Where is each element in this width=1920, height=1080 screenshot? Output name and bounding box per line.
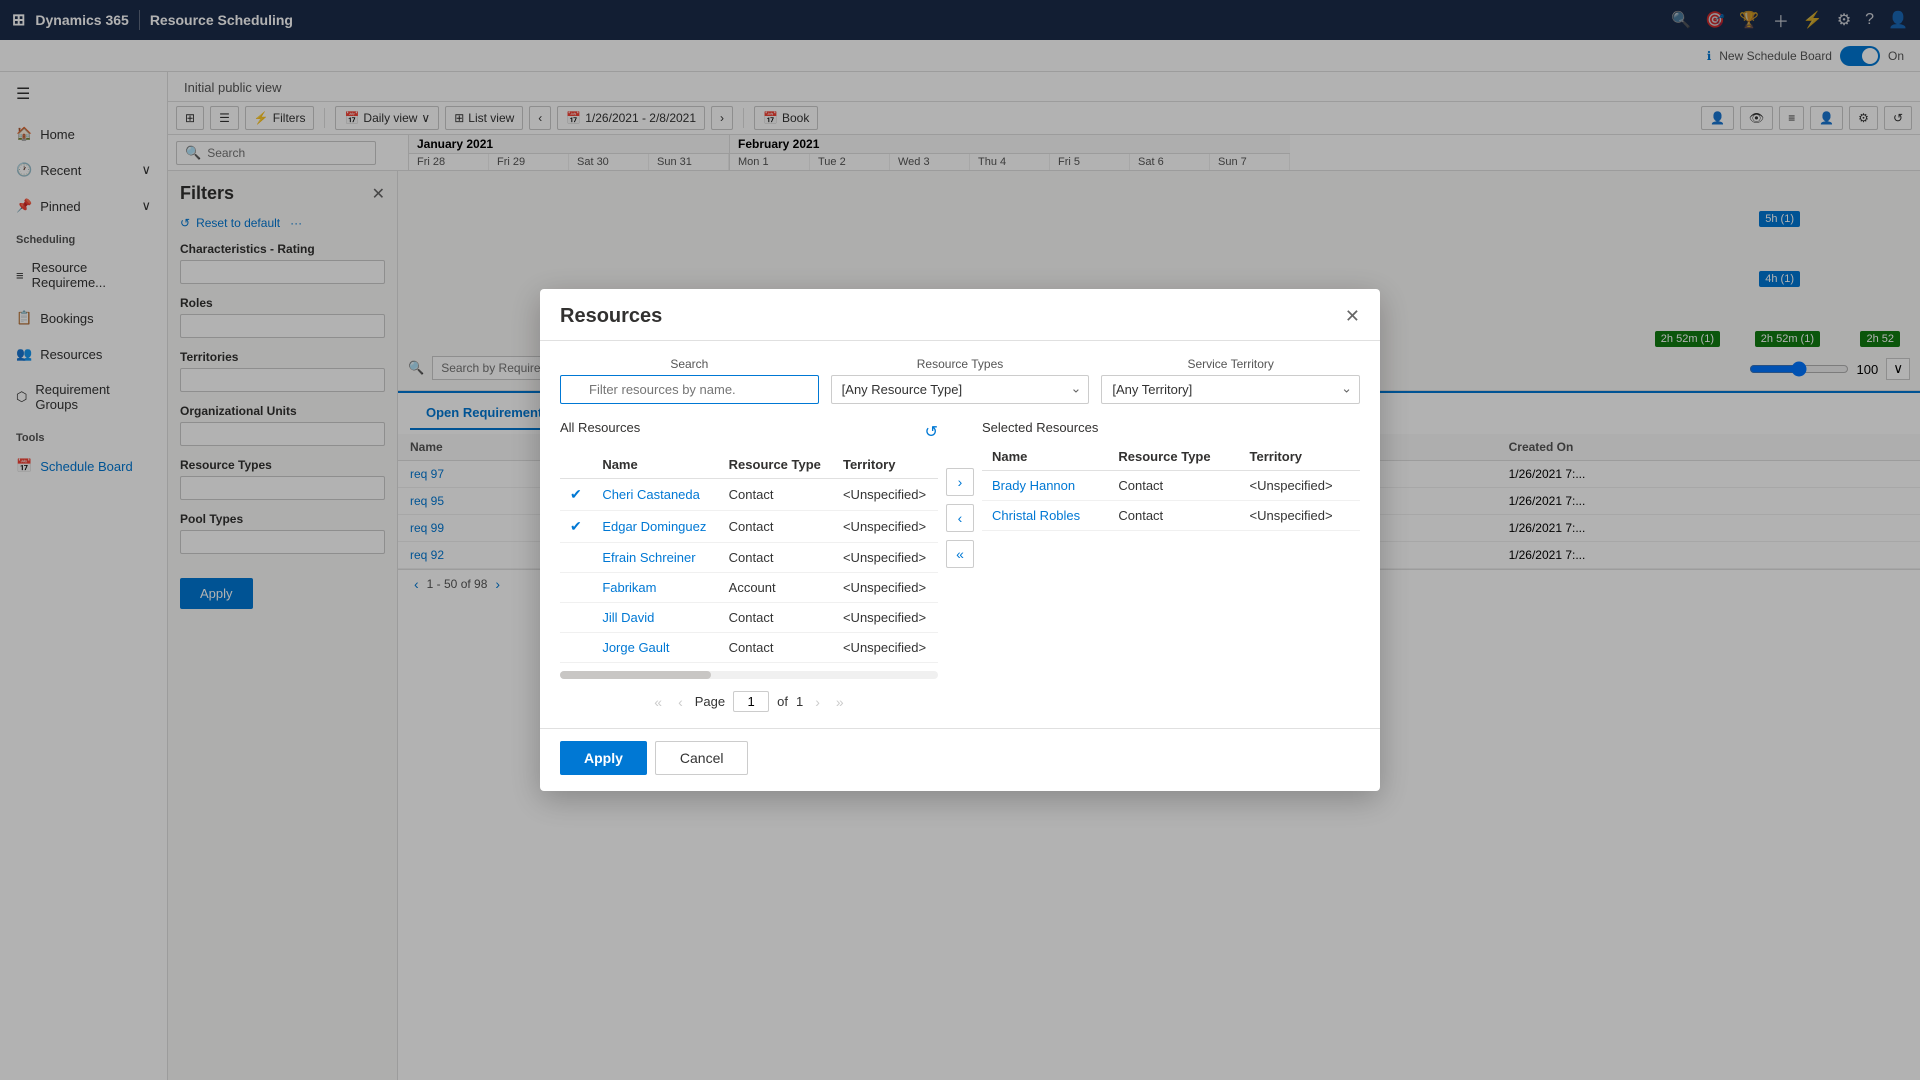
table-pagination: « ‹ Page of 1 › » [560,691,938,712]
resource-territory-jorge: <Unspecified> [833,633,938,663]
resource-name-fabrikam[interactable]: Fabrikam [592,573,718,603]
search-wrapper: 🔍 [560,375,819,404]
selected-type-brady: Contact [1108,471,1239,501]
check-cheri: ✔ [570,486,582,502]
refresh-resources-button[interactable]: ↺ [925,422,938,442]
col-check [560,451,592,479]
resource-name-efrain[interactable]: Efrain Schreiner [592,543,718,573]
modal-close-button[interactable]: ✕ [1345,306,1360,327]
all-resources-title: All Resources [560,420,640,435]
page-label: Page [695,694,725,709]
resource-territory-cheri: <Unspecified> [833,479,938,511]
selected-type-christal: Contact [1108,501,1239,531]
all-resources-body: ✔ Cheri Castaneda Contact <Unspecified> … [560,479,938,663]
resource-type-jill: Contact [719,603,833,633]
service-territory-select[interactable]: [Any Territory] [1101,375,1360,404]
resource-types-select[interactable]: [Any Resource Type] ContactAccountEquipm… [831,375,1090,404]
resources-modal: Resources ✕ Search 🔍 Resource Types [Any… [540,289,1380,791]
col-name: Name [592,451,718,479]
resource-row: Jorge Gault Contact <Unspecified> [560,633,938,663]
next-page-btn[interactable]: › [811,692,824,712]
resource-territory-fabrikam: <Unspecified> [833,573,938,603]
selected-resources-table: Name Resource Type Territory Brady Hanno… [982,443,1360,531]
col-name-sel: Name [982,443,1108,471]
resource-type-fabrikam: Account [719,573,833,603]
col-territory-sel: Territory [1240,443,1361,471]
selected-resource-row: Brady Hannon Contact <Unspecified> [982,471,1360,501]
service-territory-wrapper: [Any Territory] [1101,375,1360,404]
resource-types-label: Resource Types [831,357,1090,371]
move-left-button[interactable]: ‹ [946,504,974,532]
selected-resources-section: Selected Resources Name Resource Type Te… [982,420,1360,531]
resource-name-edgar[interactable]: Edgar Dominguez [592,511,718,543]
resource-name-cheri[interactable]: Cheri Castaneda [592,479,718,511]
col-resource-type: Resource Type [719,451,833,479]
page-number-input[interactable] [733,691,769,712]
resources-search-row: Search 🔍 Resource Types [Any Resource Ty… [560,357,1360,404]
move-all-left-button[interactable]: « [946,540,974,568]
resource-type-edgar: Contact [719,511,833,543]
check-edgar: ✔ [570,518,582,534]
selected-name-christal[interactable]: Christal Robles [982,501,1108,531]
selected-resources-title: Selected Resources [982,420,1098,435]
modal-body: Search 🔍 Resource Types [Any Resource Ty… [540,341,1380,728]
transfer-buttons: › ‹ « [938,468,982,568]
resource-row: ✔ Edgar Dominguez Contact <Unspecified> [560,511,938,543]
resource-row: Jill David Contact <Unspecified> [560,603,938,633]
last-page-button[interactable]: » [832,692,848,712]
selected-territory-christal: <Unspecified> [1240,501,1361,531]
first-page-button[interactable]: « [650,692,666,712]
resource-row: ✔ Cheri Castaneda Contact <Unspecified> [560,479,938,511]
move-right-button[interactable]: › [946,468,974,496]
search-col-label: Search [560,357,819,371]
selected-territory-brady: <Unspecified> [1240,471,1361,501]
resource-territory-jill: <Unspecified> [833,603,938,633]
resources-tables: All Resources ↺ Name Resource Type Terri… [560,420,1360,712]
col-resource-type-sel: Resource Type [1108,443,1239,471]
resource-row: Efrain Schreiner Contact <Unspecified> [560,543,938,573]
modal-cancel-button[interactable]: Cancel [655,741,749,775]
modal-title: Resources [560,305,662,328]
total-pages: 1 [796,694,803,709]
resource-type-efrain: Contact [719,543,833,573]
modal-footer: Apply Cancel [540,728,1380,791]
service-territory-label: Service Territory [1101,357,1360,371]
scrollbar-thumb [560,671,711,679]
selected-resources-header: Name Resource Type Territory [982,443,1360,471]
all-resources-header: Name Resource Type Territory [560,451,938,479]
resource-territory-efrain: <Unspecified> [833,543,938,573]
col-territory: Territory [833,451,938,479]
modal-header: Resources ✕ [540,289,1380,341]
of-label: of [777,694,788,709]
selected-resource-row: Christal Robles Contact <Unspecified> [982,501,1360,531]
resources-filter-input[interactable] [560,375,819,404]
prev-page-btn[interactable]: ‹ [674,692,687,712]
service-territory-col: Service Territory [Any Territory] [1101,357,1360,404]
resource-row: Fabrikam Account <Unspecified> [560,573,938,603]
resource-types-col: Resource Types [Any Resource Type] Conta… [831,357,1090,404]
resource-type-jorge: Contact [719,633,833,663]
resource-types-wrapper: [Any Resource Type] ContactAccountEquipm… [831,375,1090,404]
selected-name-brady[interactable]: Brady Hannon [982,471,1108,501]
selected-resources-body: Brady Hannon Contact <Unspecified> Chris… [982,471,1360,531]
resource-territory-edgar: <Unspecified> [833,511,938,543]
all-resources-section: All Resources ↺ Name Resource Type Terri… [560,420,938,712]
search-col: Search 🔍 [560,357,819,404]
all-resources-table: Name Resource Type Territory ✔ Cheri Cas… [560,451,938,663]
table-scrollbar[interactable] [560,671,938,679]
resource-type-cheri: Contact [719,479,833,511]
resource-name-jill[interactable]: Jill David [592,603,718,633]
resource-name-jorge[interactable]: Jorge Gault [592,633,718,663]
modal-apply-button[interactable]: Apply [560,741,647,775]
